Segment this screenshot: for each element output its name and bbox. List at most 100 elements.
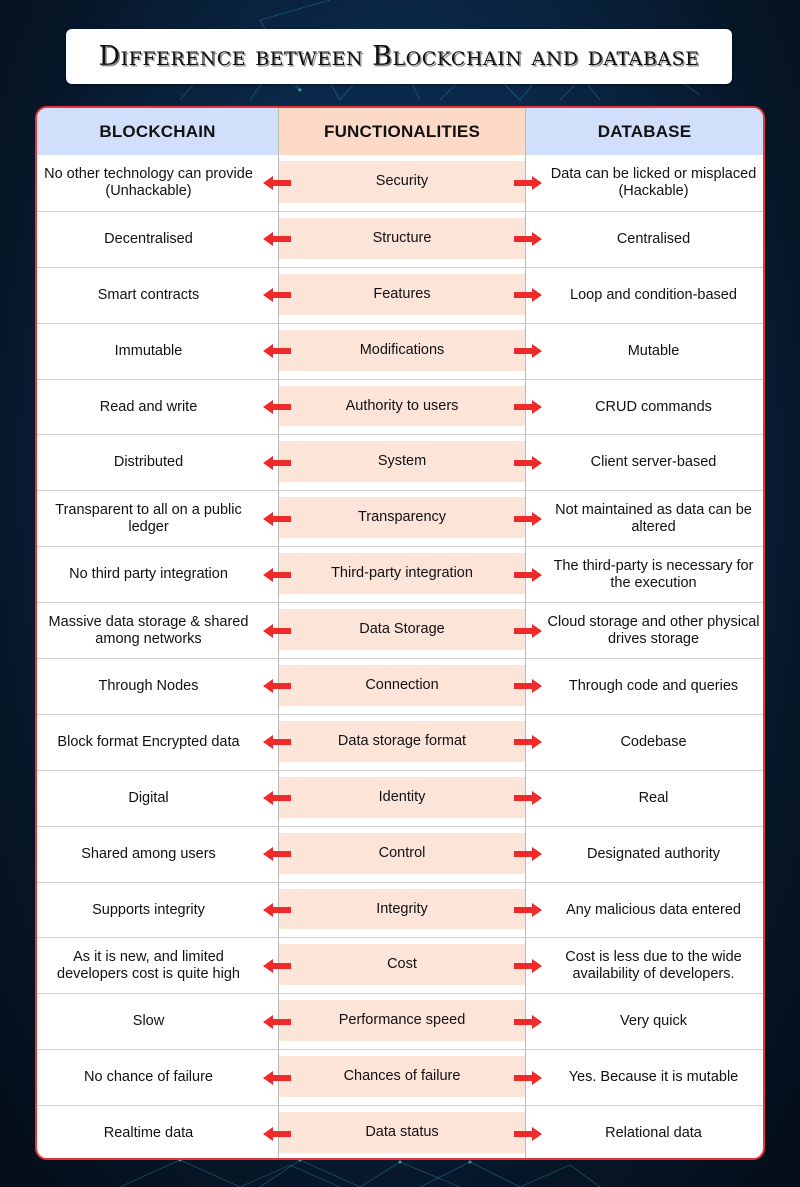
blockchain-cell: Immutable [114,342,183,359]
database-cell: Real [638,789,669,806]
arrow-left-icon [263,903,291,918]
blockchain-cell: Slow [132,1013,165,1030]
arrow-left-icon [263,679,291,694]
table-row: Immutable Modifications Mutable [37,322,763,379]
functionality-label: Identity [378,788,426,805]
arrow-left-icon [263,735,291,750]
functionality-cell: Cost [278,938,526,994]
blockchain-cell: Read and write [99,398,198,415]
table-row: Block format Encrypted data Data storage … [37,713,763,770]
blockchain-cell: As it is new, and limited developers cos… [57,948,240,982]
arrow-right-icon [514,232,542,247]
arrow-left-icon [263,791,291,806]
database-cell: Loop and condition-based [570,286,737,303]
arrow-left-icon [263,623,291,638]
arrow-right-icon [514,511,542,526]
database-cell: Client server-based [590,454,717,471]
functionality-label-box: Data status [279,1112,525,1154]
arrow-right-icon [514,735,542,750]
table-row: Massive data storage & shared among netw… [37,602,763,659]
functionality-label: Chances of failure [343,1068,461,1085]
functionality-cell: System [278,435,526,491]
arrow-right-icon [514,623,542,638]
functionality-cell: Data storage format [278,714,526,770]
functionality-cell: Structure [278,211,526,267]
arrow-left-icon [263,1126,291,1141]
header-blockchain: BLOCKCHAIN [37,108,278,155]
database-cell: Very quick [620,1013,687,1030]
table-row: Slow Performance speed Very quick [37,993,763,1050]
table-row: Through Nodes Connection Through code and … [37,658,763,714]
functionality-cell: Features [278,267,526,323]
functionality-label-box: Integrity [279,888,525,930]
table-row: Read and write Authority to users CRUD com… [37,378,763,435]
functionality-label-box: Connection [279,665,525,706]
arrow-right-icon [514,344,542,359]
table-row: Distributed System Client server-based [37,434,763,491]
functionality-cell: Security [278,155,526,211]
table-row: Shared among users Control Designated auth… [37,825,763,882]
functionality-label-box: Performance speed [279,1000,525,1042]
arrow-left-icon [263,1014,291,1029]
table-row: Decentralised Structure Centralised [37,210,763,267]
arrow-left-icon [263,288,291,303]
arrow-right-icon [514,679,542,694]
functionality-label-box: System [279,441,525,483]
title-banner: Difference between Blockchain and databa… [66,29,732,84]
table-row: Realtime data Data status Relational data [37,1105,763,1158]
page-title: Difference between Blockchain and databa… [98,41,700,72]
functionality-cell: Transparency [278,491,526,547]
database-cell: Mutable [627,342,680,359]
blockchain-cell: Realtime data [103,1125,194,1142]
header-database: DATABASE [526,108,763,155]
database-cell: Through code and queries [568,677,739,694]
functionality-cell: Integrity [278,882,526,938]
functionality-label: Data Storage [359,621,445,638]
functionality-label-box: Authority to users [279,385,525,427]
functionality-label: Modifications [359,341,445,358]
functionality-cell: Chances of failure [278,1050,526,1106]
database-cell: Data can be licked or misplaced (Hackabl… [550,165,757,199]
database-cell: Centralised [616,230,691,247]
functionality-label-box: Chances of failure [279,1056,525,1098]
blockchain-cell: Digital [128,789,169,806]
functionality-label-box: Third-party integration [279,553,525,595]
arrow-right-icon [514,400,542,414]
database-cell: Not maintained as data can be altered [555,501,752,535]
functionality-label: Connection [365,676,439,693]
database-cell: CRUD commands [595,398,712,415]
functionality-label-box: Data Storage [279,609,525,651]
comparison-table: BLOCKCHAIN FUNCTIONALITIES DATABASE No o… [35,106,765,1160]
database-cell: Relational data [605,1125,702,1142]
functionality-label-box: Structure [279,217,525,259]
functionality-label-box: Transparency [279,497,525,539]
functionality-label-box: Modifications [279,329,525,371]
arrow-left-icon [263,567,291,582]
arrow-right-icon [514,847,542,862]
arrow-right-icon [514,567,542,582]
blockchain-cell: Block format Encrypted data [57,733,240,750]
blockchain-cell: Transparent to all on a public ledger [55,501,242,535]
blockchain-cell: Through Nodes [98,677,199,694]
database-cell: Designated authority [587,845,720,862]
arrow-right-icon [514,1014,542,1029]
arrow-right-icon [514,288,542,303]
arrow-left-icon [263,455,291,470]
header-functionalities: FUNCTIONALITIES [278,108,526,155]
arrow-left-icon [263,1070,291,1085]
arrow-right-icon [514,455,542,470]
database-cell: Cost is less due to the wide availabilit… [565,948,742,982]
table-row: No chance of failure Chances of failure Ye… [37,1049,763,1106]
blockchain-cell: Decentralised [104,230,193,247]
arrow-left-icon [263,175,291,190]
functionality-label: Cost [387,956,417,973]
functionality-label-box: Features [279,273,525,315]
functionality-label-box: Cost [279,944,525,986]
database-cell: Codebase [620,733,687,750]
functionality-label: Transparency [357,509,447,526]
blockchain-cell: No third party integration [69,566,228,583]
table-row: Digital Identity Real [37,769,763,826]
blockchain-cell: Shared among users [81,845,216,862]
functionality-cell: Third-party integration [278,547,526,603]
arrow-right-icon [514,1126,542,1141]
